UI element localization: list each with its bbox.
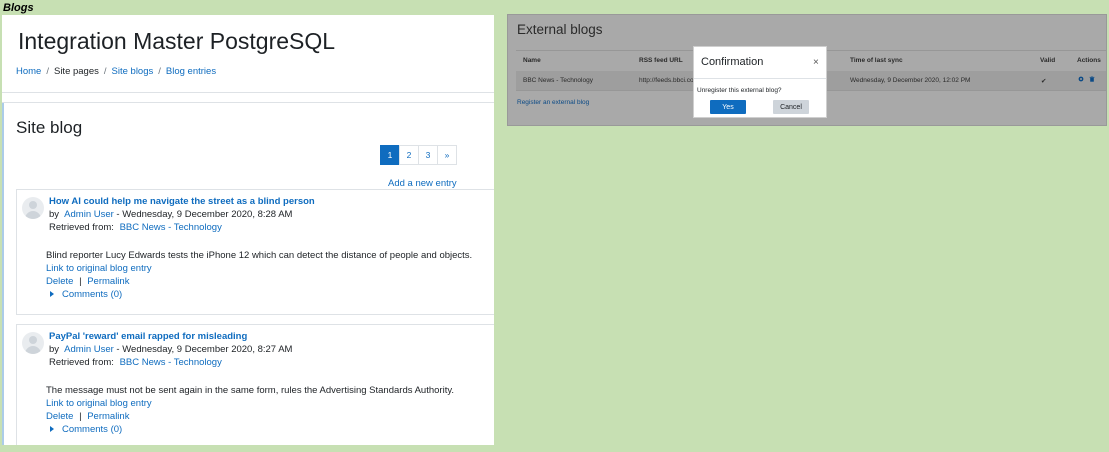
entry-summary: Blind reporter Lucy Edwards tests the iP… [46, 250, 473, 261]
actions-separator: | [79, 276, 82, 287]
entry-summary: The message must not be sent again in th… [46, 385, 455, 396]
column-last-sync: Time of last sync [850, 57, 903, 64]
entry-byline: by Admin User - Wednesday, 9 December 20… [49, 209, 292, 220]
column-valid: Valid [1040, 57, 1056, 64]
blog-entry: How AI could help me navigate the street… [16, 189, 494, 315]
retrieved-label: Retrieved from: [49, 357, 114, 368]
comments-toggle[interactable]: Comments (0) [50, 289, 122, 300]
dialog-title: Confirmation [701, 56, 764, 68]
breadcrumb-home[interactable]: Home [16, 66, 41, 77]
source-link[interactable]: BBC News - Technology [120, 222, 222, 233]
close-icon[interactable]: × [813, 57, 819, 68]
page-button-2[interactable]: 2 [399, 145, 419, 165]
permalink-link[interactable]: Permalink [87, 276, 129, 287]
trash-icon[interactable] [1089, 76, 1095, 82]
pagination: 1 2 3 » [380, 145, 457, 165]
dialog-message: Unregister this external blog? [697, 87, 782, 94]
retrieved-label: Retrieved from: [49, 222, 114, 233]
page-next-button[interactable]: » [437, 145, 457, 165]
blog-url: http://feeds.bbci.co [639, 77, 694, 84]
actions-separator: | [79, 411, 82, 422]
author-link[interactable]: Admin User [64, 344, 114, 355]
page-title: Integration Master PostgreSQL [18, 28, 336, 54]
breadcrumb-separator: / [158, 66, 161, 77]
register-external-blog-link[interactable]: Register an external blog [517, 99, 589, 106]
region-accent [2, 103, 4, 445]
comments-link[interactable]: Comments (0) [62, 289, 122, 300]
corner-label: Blogs [3, 2, 34, 14]
entry-byline: by Admin User - Wednesday, 9 December 20… [49, 344, 292, 355]
main-content: Site blog 1 2 3 » Add a new entry How AI… [2, 102, 494, 445]
gear-icon[interactable] [1078, 76, 1084, 82]
blog-page-panel: Integration Master PostgreSQL Home / Sit… [2, 15, 494, 445]
entry-source: Retrieved from: BBC News - Technology [49, 357, 222, 368]
column-actions: Actions [1077, 57, 1101, 64]
page-button-3[interactable]: 3 [418, 145, 438, 165]
caret-right-icon [50, 291, 54, 298]
by-label: by [49, 344, 60, 355]
cancel-button[interactable]: Cancel [773, 100, 809, 114]
breadcrumb-site-blogs[interactable]: Site blogs [112, 66, 154, 77]
by-label: by [49, 209, 60, 220]
breadcrumb-separator: / [103, 66, 107, 77]
comments-toggle[interactable]: Comments (0) [50, 424, 122, 435]
comments-link[interactable]: Comments (0) [62, 424, 122, 435]
entry-date: - Wednesday, 9 December 2020, 8:27 AM [113, 344, 293, 355]
source-link[interactable]: BBC News - Technology [120, 357, 222, 368]
column-rss-url: RSS feed URL [639, 57, 683, 64]
original-entry-link[interactable]: Link to original blog entry [46, 398, 152, 409]
add-new-entry-link[interactable]: Add a new entry [388, 178, 457, 189]
entry-actions: Delete | Permalink [46, 411, 129, 422]
original-entry-link[interactable]: Link to original blog entry [46, 263, 152, 274]
dialog-divider [694, 78, 826, 79]
entry-title-link[interactable]: PayPal 'reward' email rapped for mislead… [49, 331, 247, 342]
avatar[interactable] [22, 197, 44, 219]
permalink-link[interactable]: Permalink [87, 411, 129, 422]
author-link[interactable]: Admin User [64, 209, 114, 220]
valid-check-icon: ✔ [1041, 78, 1047, 85]
entry-source: Retrieved from: BBC News - Technology [49, 222, 222, 233]
delete-link[interactable]: Delete [46, 276, 73, 287]
section-title: Site blog [16, 118, 83, 137]
column-name: Name [523, 57, 541, 64]
confirmation-dialog: Confirmation × Unregister this external … [693, 46, 827, 118]
external-blogs-title: External blogs [517, 22, 603, 37]
avatar[interactable] [22, 332, 44, 354]
breadcrumb: Home / Site pages / Site blogs / Blog en… [16, 66, 216, 77]
blog-last-sync: Wednesday, 9 December 2020, 12:02 PM [850, 77, 971, 84]
page-header: Integration Master PostgreSQL Home / Sit… [2, 15, 494, 93]
blog-entry: PayPal 'reward' email rapped for mislead… [16, 324, 494, 445]
entry-title-link[interactable]: How AI could help me navigate the street… [49, 196, 315, 207]
yes-button[interactable]: Yes [710, 100, 746, 114]
breadcrumb-separator: / [46, 66, 49, 77]
blog-name: BBC News - Technology [523, 77, 593, 84]
page-button-1[interactable]: 1 [380, 145, 400, 165]
breadcrumb-site-pages: Site pages [53, 66, 99, 77]
delete-link[interactable]: Delete [46, 411, 73, 422]
entry-date: - Wednesday, 9 December 2020, 8:28 AM [113, 209, 293, 220]
breadcrumb-blog-entries[interactable]: Blog entries [166, 66, 216, 77]
caret-right-icon [50, 426, 54, 433]
entry-actions: Delete | Permalink [46, 276, 129, 287]
